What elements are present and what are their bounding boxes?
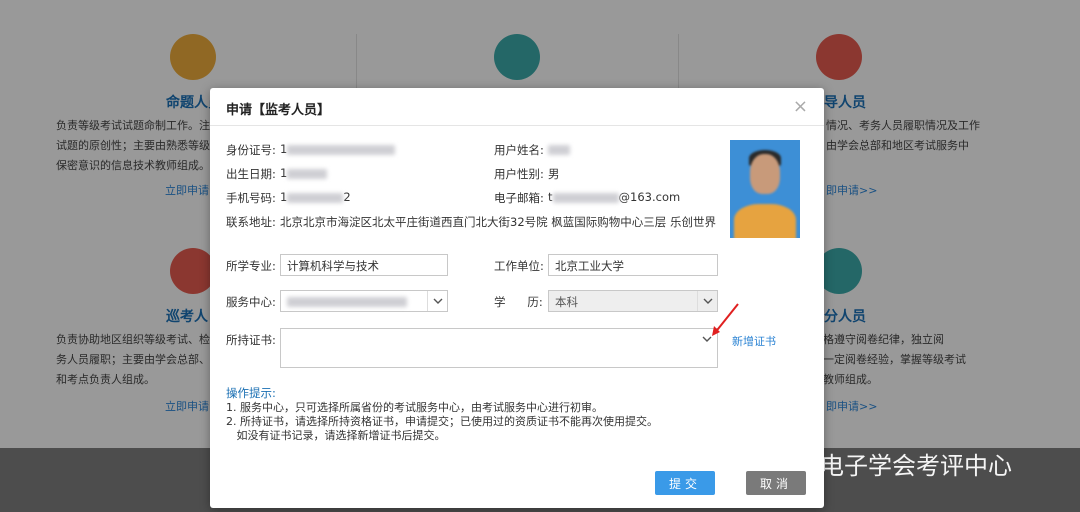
name-label: 用户姓名: (494, 143, 544, 157)
major-input[interactable]: 计算机科学与技术 (280, 254, 448, 276)
education-select[interactable]: 本科 (548, 290, 718, 312)
birth-value: 1 (280, 166, 328, 180)
email-value: t @163.com (548, 190, 681, 204)
work-input[interactable]: 北京工业大学 (548, 254, 718, 276)
major-label: 所学专业: (226, 259, 276, 273)
edu-label: 学 历: (494, 295, 543, 309)
apply-dialog: 申请【监考人员】 × 身份证号: 1 用户姓名: 出生日期: 1 用户性别: 男… (210, 88, 824, 508)
dialog-header: 申请【监考人员】 × (210, 88, 824, 126)
phone-label: 手机号码: (226, 191, 276, 205)
gender-value: 男 (548, 167, 560, 181)
address-value: 北京北京市海淀区北太平庄街道西直门北大街32号院 枫蓝国际购物中心三层 乐创世界 (280, 215, 716, 229)
address-label: 联系地址: (226, 215, 276, 229)
annotation-arrow-icon (712, 303, 739, 336)
center-label: 服务中心: (226, 295, 276, 309)
tips-line: 如没有证书记录，请选择新增证书后提交。 (226, 429, 446, 442)
email-label: 电子邮箱: (494, 191, 544, 205)
certificate-select[interactable] (280, 328, 718, 368)
chevron-down-icon (427, 291, 447, 311)
id-value: 1 (280, 142, 396, 156)
birth-label: 出生日期: (226, 167, 276, 181)
user-photo (730, 140, 800, 238)
cert-label: 所持证书: (226, 333, 276, 347)
submit-button[interactable]: 提交 (655, 471, 715, 495)
name-value (548, 142, 570, 156)
dialog-title: 申请【监考人员】 (226, 103, 331, 118)
cancel-button[interactable]: 取消 (746, 471, 806, 495)
close-icon[interactable]: × (793, 96, 808, 117)
phone-value: 12 (280, 190, 351, 204)
work-label: 工作单位: (494, 259, 544, 273)
gender-label: 用户性别: (494, 167, 544, 181)
tips-title: 操作提示: (226, 386, 276, 400)
center-select[interactable] (280, 290, 448, 312)
id-label: 身份证号: (226, 143, 276, 157)
